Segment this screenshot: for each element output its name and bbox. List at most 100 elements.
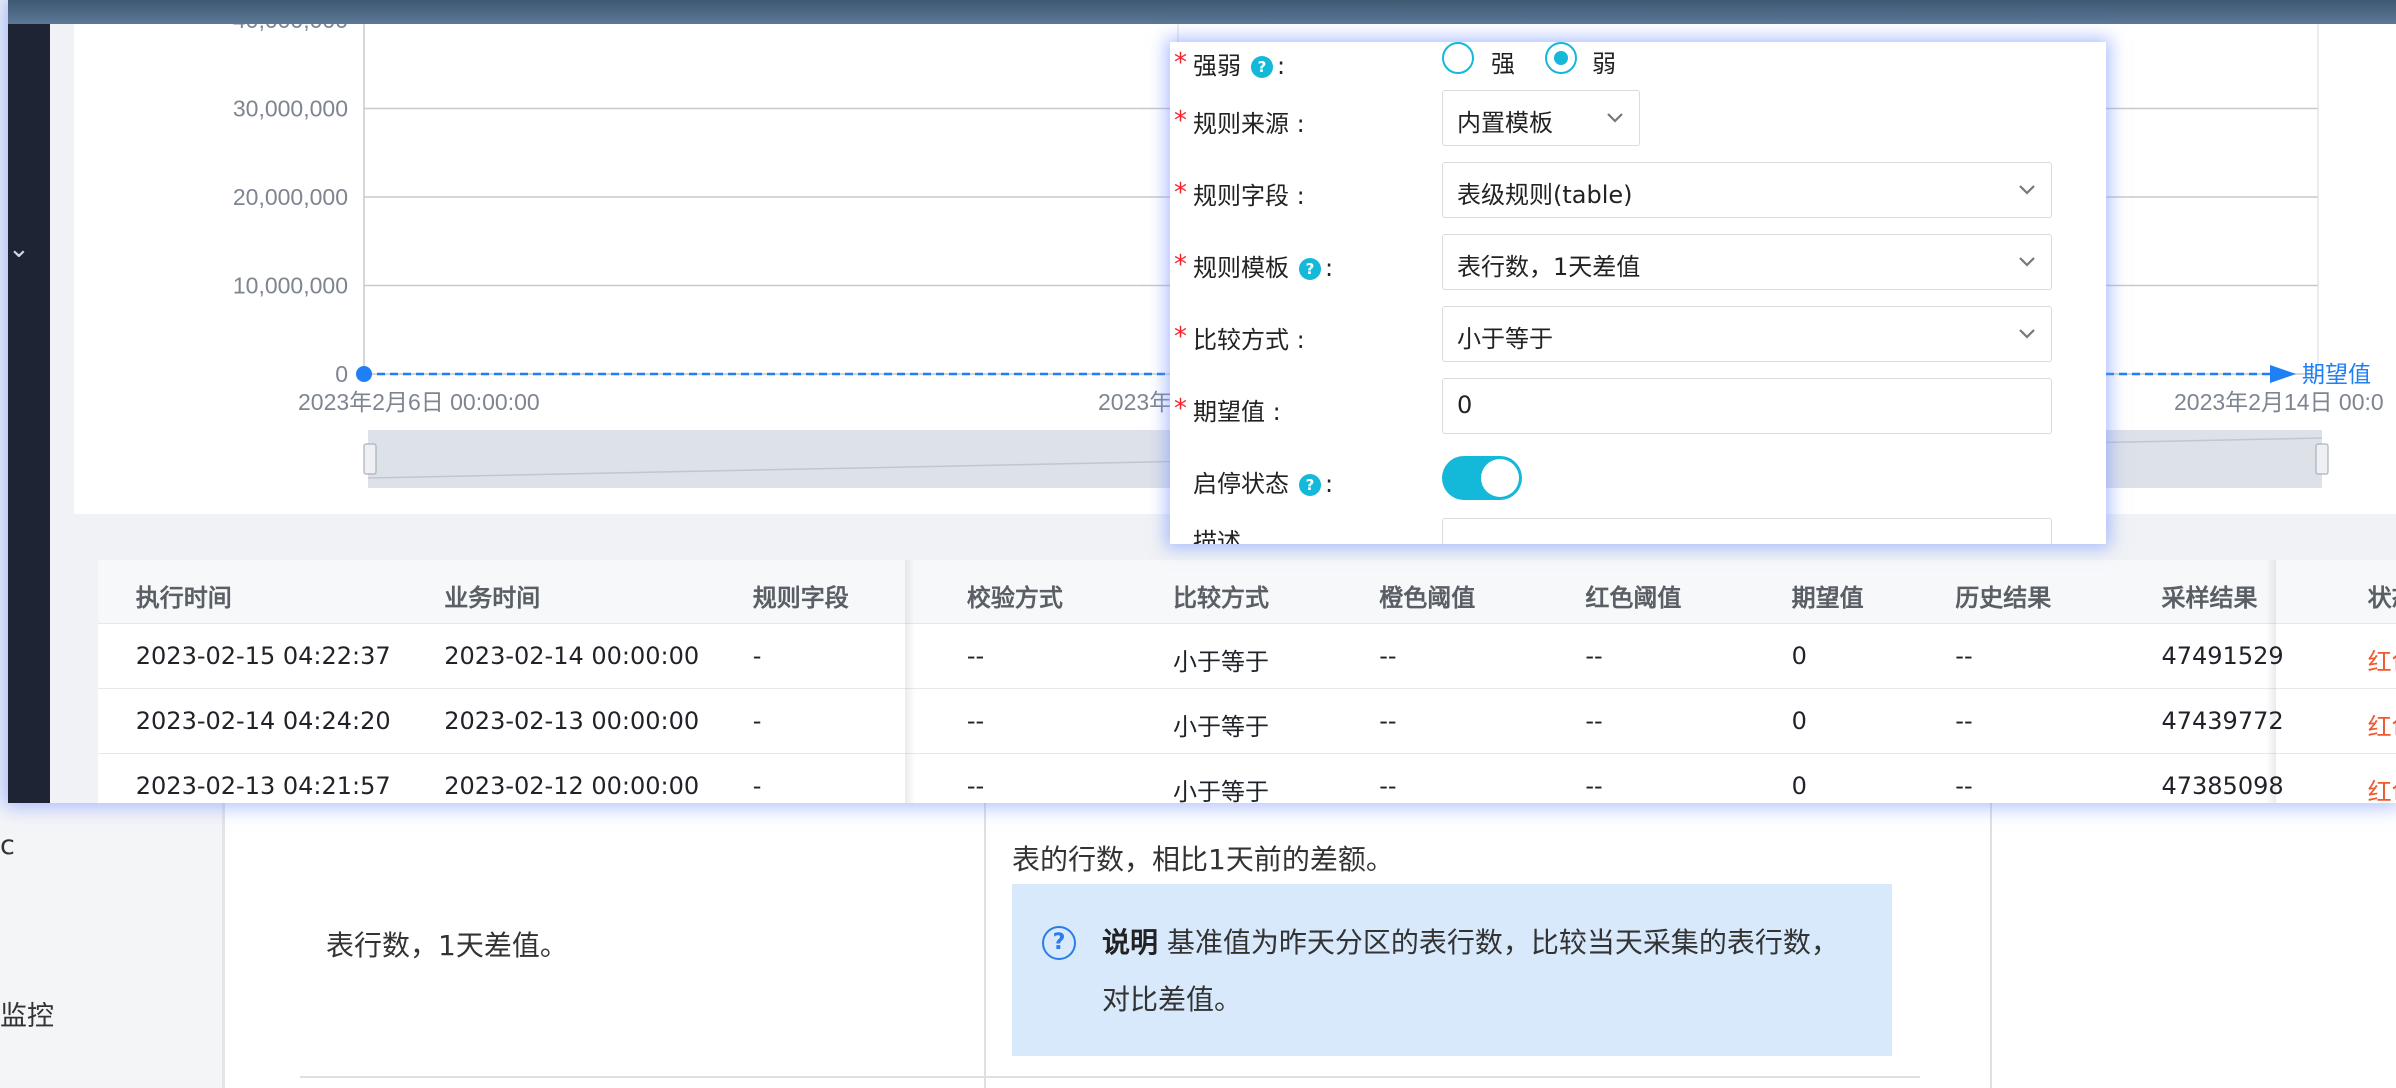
table-cell: 2023-02-14 04:24:20 [135,707,391,735]
column-header: 比较方式 [1173,584,1270,612]
status-badge: 红色异常 [2367,648,2396,676]
rule-form-popup: * 强弱?: 强 弱 * 规则来源 : 内置模板 * 规则字段 : 表级规则(t… [1170,42,2106,544]
rule-source-value: 内置模板 [1457,109,1553,137]
radio-strong[interactable] [1442,42,1474,74]
table-cell: - [752,707,762,735]
toggle-knob [1481,459,1519,497]
doc-cell-right: 表的行数，相比1天前的差额。 [1012,843,1394,876]
table-cell: 2023-02-14 00:00:00 [444,642,700,670]
table-cell: -- [1379,642,1397,670]
table-cell: 2023-02-13 04:21:57 [135,772,391,800]
markline-arrow [2270,365,2296,383]
table-row[interactable]: 2023-02-15 04:22:37 2023-02-14 00:00:00 - -… [98,624,2396,689]
question-circle-icon: ? [1042,926,1076,960]
table-cell: 小于等于 [1173,713,1270,741]
doc-cell-left: 表行数，1天差值。 [326,929,568,962]
table-cell: -- [966,642,985,670]
required-mark: * [1174,106,1187,136]
desc-label: 描述 [1193,528,1241,544]
column-header: 采样结果 [2161,584,2258,612]
note-box: ? 说明 基准值为昨天分区的表行数，比较当天采集的表行数，对比差值。 [1012,884,1892,1056]
data-point [356,366,372,382]
note-text: 说明 基准值为昨天分区的表行数，比较当天采集的表行数，对比差值。 [1102,914,1842,1028]
fixed-column-shadow [2266,560,2276,803]
column-header: 校验方式 [966,584,1063,612]
table-cell: -- [1585,642,1603,670]
y-tick-label: 10,000,000 [233,273,348,299]
table-cell: -- [1585,772,1603,800]
compare-mode-select[interactable]: 小于等于 [1442,306,2052,362]
help-icon[interactable]: ? [1299,474,1321,496]
rule-field-select[interactable]: 表级规则(table) [1442,162,2052,218]
markline-label: 期望值 [2302,361,2371,387]
column-header: 红色阈值 [1585,584,1682,612]
chevron-down-icon [2019,257,2035,267]
chevron-down-icon [2019,329,2035,339]
fixed-column-shadow [905,560,915,803]
zoom-handle-right [2315,443,2329,475]
table-cell: -- [1379,772,1397,800]
table-cell: -- [1955,642,1973,670]
desc-input[interactable] [1442,518,2052,544]
rule-template-select[interactable]: 表行数，1天差值 [1442,234,2052,290]
expected-label: 期望值 : [1193,398,1281,426]
sidebar: ⌄ [8,24,50,803]
compare-mode-label: 比较方式 : [1193,326,1305,354]
table-cell: 小于等于 [1173,648,1270,676]
status-badge: 红色异常 [2367,713,2396,741]
chevron-down-icon[interactable]: ⌄ [8,234,30,264]
radio-weak[interactable] [1545,42,1577,74]
table-row[interactable]: 2023-02-14 04:24:20 2023-02-13 00:00:00- -… [98,689,2396,754]
zoom-handle-left [363,443,377,475]
column-header: 状态 [2367,584,2396,612]
table-cell: -- [966,772,985,800]
radio-weak-label[interactable]: 弱 [1592,44,1616,79]
doc-table-divider [984,800,986,1088]
doc-nav-item[interactable]: c [0,830,15,861]
note-body: 基准值为昨天分区的表行数，比较当天采集的表行数，对比差值。 [1102,926,1839,1016]
help-icon[interactable]: ? [1299,258,1321,280]
form-row-rule-field: * 规则字段 : 表级规则(table) [1170,162,2106,228]
strength-label: 强弱?: [1193,52,1286,80]
doc-table-divider [1990,800,1992,1088]
form-row-rule-template: * 规则模板?: 表行数，1天差值 [1170,234,2106,300]
rule-source-select[interactable]: 内置模板 [1442,90,1640,146]
y-tick-label: 30,000,000 [233,96,348,122]
radio-strong-label[interactable]: 强 [1491,44,1515,79]
compare-mode-value: 小于等于 [1457,325,1553,353]
app-window: ⌄ 30,000,000 20,000,000 10,000,000 0 40,000,… [8,0,2396,803]
form-row-compare-mode: * 比较方式 : 小于等于 [1170,306,2106,372]
rule-field-label: 规则字段 : [1193,182,1305,210]
expected-value: 0 [1457,391,1473,419]
table-cell: 0 [1791,642,1807,670]
column-header: 规则字段 [752,584,849,612]
chevron-down-icon [1607,113,1623,123]
rule-source-label: 规则来源 : [1193,110,1305,138]
enable-toggle[interactable] [1442,456,1522,500]
x-tick-label: 2023年2月14日 00:0 [2174,389,2384,415]
required-mark: * [1174,394,1187,424]
required-mark: * [1174,48,1187,78]
expected-input[interactable]: 0 [1442,378,2052,434]
required-mark: * [1174,178,1187,208]
x-tick-label: 2023年2月6日 00:00:00 [298,389,540,415]
column-header: 橙色阈值 [1379,584,1476,612]
table-cell: -- [1955,772,1973,800]
required-mark: * [1174,322,1187,352]
column-header: 历史结果 [1955,584,2052,612]
form-row-rule-source: * 规则来源 : 内置模板 [1170,90,2106,156]
doc-nav-item-monitor[interactable]: 监控 [0,994,54,1033]
form-row-desc: 描述 [1170,518,2106,544]
result-table: 执行时间 业务时间 规则字段 校验方式 比较方式 橙色阈值 红色阈值 期望值 历史结果 采样结果 状… [98,560,2396,803]
table-cell: 2023-02-12 00:00:00 [444,772,700,800]
rule-template-value: 表行数，1天差值 [1457,253,1641,281]
table-cell: 2023-02-15 04:22:37 [135,642,391,670]
y-tick-label: 40,000,000 [233,24,348,33]
note-title: 说明 [1102,926,1159,959]
window-titlebar [8,0,2396,24]
required-mark: * [1174,250,1187,280]
table-cell: 小于等于 [1173,778,1270,803]
table-cell: -- [1379,707,1397,735]
help-icon[interactable]: ? [1251,56,1273,78]
table-row[interactable]: 2023-02-13 04:21:57 2023-02-12 00:00:00 - -… [98,754,2396,803]
